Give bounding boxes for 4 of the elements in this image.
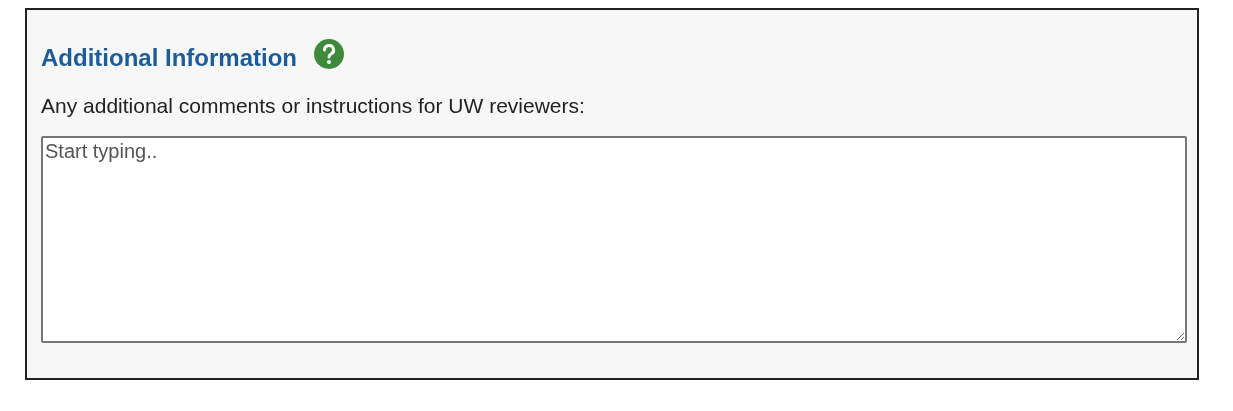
section-title: Additional Information	[41, 44, 297, 72]
comments-field[interactable]: Start typing..	[41, 136, 1187, 343]
field-label: Any additional comments or instructions for UW reviewers:	[41, 94, 586, 118]
help-icon[interactable]	[313, 38, 345, 70]
